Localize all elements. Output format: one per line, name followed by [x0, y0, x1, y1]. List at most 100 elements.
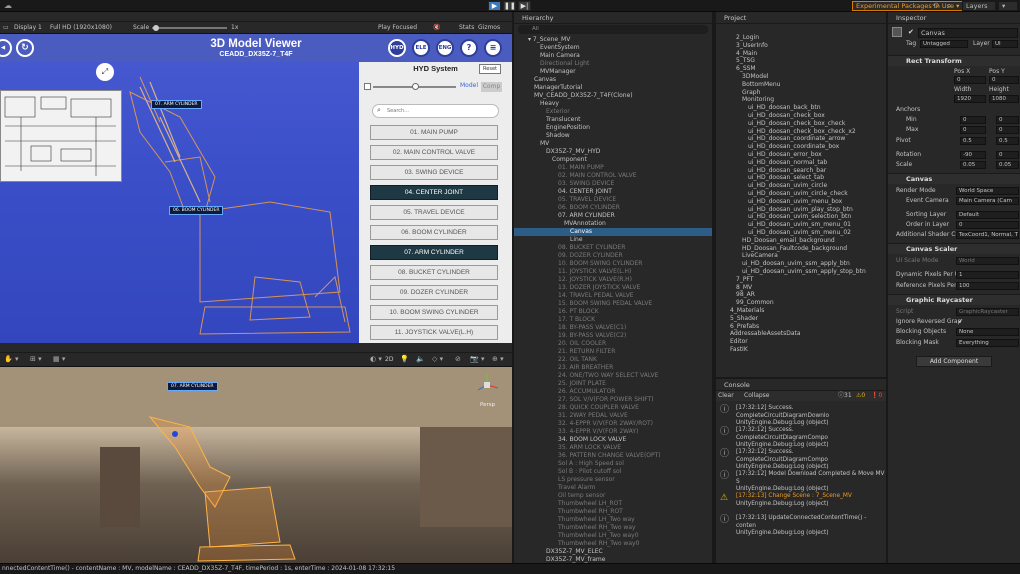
project-item[interactable]: ui_HD_doosan_uvim_ssm_apply_stop_btn [742, 268, 866, 276]
project-item[interactable]: ui_HD_doosan_coordinate_arrow [748, 135, 845, 143]
reference-pixels-field[interactable]: 100 [956, 282, 1019, 290]
component-button[interactable]: 04. CENTER JOINT [370, 185, 498, 200]
layout-dropdown[interactable]: ▾ [998, 1, 1018, 11]
project-item[interactable]: 3_UserInfo [736, 42, 768, 50]
hierarchy-item[interactable]: Travel Alarm [514, 484, 595, 492]
hierarchy-item[interactable]: Directional Light [514, 60, 589, 68]
event-camera-field[interactable]: Main Camera (Cam [956, 197, 1019, 205]
console-entry[interactable]: ⓘ [17:32:12] Success. CompleteCircuitDiag… [716, 427, 886, 450]
hierarchy-item[interactable]: 28. QUICK COUPLER VALVE [514, 404, 639, 412]
hierarchy-item[interactable]: 20. OIL COOLER [514, 340, 606, 348]
camera-icon[interactable]: 📷 ▾ [470, 355, 484, 363]
project-item[interactable]: ui_HD_doosan_uvim_ssm_apply_btn [742, 260, 850, 268]
resolution-dropdown[interactable]: Full HD (1920x1080) [50, 22, 112, 34]
circuit-diagram[interactable] [0, 90, 122, 182]
hierarchy-item[interactable]: 34. BOOM LOCK VALVE [514, 436, 626, 444]
hierarchy-item[interactable]: LS pressure sensor [514, 476, 615, 484]
project-item[interactable]: 8_MV [736, 284, 752, 292]
rotation-y[interactable]: 0 [996, 151, 1019, 159]
project-tab[interactable]: Project [716, 12, 886, 24]
component-button[interactable]: 07. ARM CYLINDER [370, 245, 498, 260]
project-item[interactable]: ui_HD_doosan_coordinate_box [748, 143, 839, 151]
component-search-input[interactable]: Search... [372, 104, 499, 118]
anchor-max-y[interactable]: 0 [996, 126, 1019, 134]
canvas-scaler-header[interactable]: Canvas Scaler [888, 243, 1020, 254]
hierarchy-item[interactable]: DX35Z-7_MV_frame [514, 556, 605, 564]
project-item[interactable]: ui_HD_doosan_uvim_sm_menu_01 [748, 221, 851, 229]
hierarchy-item[interactable]: Thumbwheel LH_Two way [514, 516, 635, 524]
console-entry[interactable]: ⓘ [17:32:12] Success. CompleteCircuitDiag… [716, 449, 886, 472]
hierarchy-item[interactable]: Line [514, 236, 583, 244]
hierarchy-item[interactable]: Sol A : High Speed sol [514, 460, 624, 468]
pivot-x[interactable]: 0.5 [960, 137, 986, 145]
pos-y-field[interactable]: 0 [989, 76, 1019, 84]
hierarchy-item[interactable]: 19. BY-PASS VALVE(C2) [514, 332, 626, 340]
mode-eng-button[interactable]: ENG [436, 39, 454, 57]
project-item[interactable]: 6_SSM [736, 65, 756, 73]
project-item[interactable]: ui_HD_doosan_uvim_circle_check [748, 190, 848, 198]
warning-count[interactable]: ⚠0 [856, 391, 865, 401]
rect-transform-header[interactable]: Rect Transform [888, 55, 1020, 66]
scale-x[interactable]: 0.05 [960, 161, 986, 169]
hierarchy-item[interactable]: 15. BOOM SWING PEDAL VALVE [514, 300, 652, 308]
project-item[interactable]: HD_Doosan_Faultcode_background [742, 245, 847, 253]
scale-slider-knob[interactable] [153, 25, 159, 31]
width-field[interactable]: 1920 [954, 95, 986, 103]
project-item[interactable]: 7_PFT [736, 276, 753, 284]
hierarchy-item[interactable]: 03. SWING DEVICE [514, 180, 614, 188]
layer-dropdown[interactable]: UI [992, 40, 1018, 48]
project-item[interactable]: LiveCamera [742, 252, 778, 260]
hierarchy-item[interactable]: 12. JOYSTICK VALVE(R.H) [514, 276, 632, 284]
clear-button[interactable]: Clear [718, 391, 734, 401]
hierarchy-item[interactable]: 08. BUCKET CYLINDER [514, 244, 625, 252]
project-item[interactable]: ui_HD_doosan_check_box [748, 112, 825, 120]
2d-toggle[interactable]: 2D [385, 356, 393, 363]
hierarchy-tab[interactable]: Hierarchy [514, 12, 712, 24]
hierarchy-item[interactable]: 25. JOINT PLATE [514, 380, 606, 388]
project-item[interactable]: ui_HD_doosan_check_box_check [748, 120, 845, 128]
reset-button[interactable]: Reset [479, 64, 501, 74]
hierarchy-item[interactable]: 22. OIL TANK [514, 356, 597, 364]
project-item[interactable]: ui_HD_doosan_normal_tab [748, 159, 827, 167]
dynamic-pixels-field[interactable]: 1 [956, 271, 1019, 279]
project-item[interactable]: BottomMenu [742, 81, 780, 89]
project-item[interactable]: 3DModel [742, 73, 768, 81]
hierarchy-item[interactable]: Heavy [514, 100, 559, 108]
hierarchy-item[interactable]: 18. BY-PASS VALVE(C1) [514, 324, 626, 332]
mode-ele-button[interactable]: ELE [412, 39, 430, 57]
console-entry[interactable]: ⓘ [17:32:12] Model Download Completed & M… [716, 471, 886, 494]
hierarchy-item[interactable]: DX35Z-7_MV_HYD [514, 148, 600, 156]
hierarchy-item[interactable]: 16. PT BLOCK [514, 308, 599, 316]
hierarchy-item[interactable]: 33. 4-EPPR V/V(FOR 2WAY) [514, 428, 638, 436]
shading-icon[interactable]: ◐ ▾ [370, 355, 382, 363]
blocking-objects-dropdown[interactable]: None [956, 328, 1019, 336]
help-button[interactable]: ? [460, 39, 478, 57]
step-button[interactable]: ▶| [518, 1, 531, 11]
refresh-icon[interactable]: ↻ [16, 39, 34, 57]
hierarchy-item[interactable]: 23. AIR BREATHER [514, 364, 613, 372]
menu-button[interactable]: ≡ [484, 39, 502, 57]
hierarchy-item[interactable]: 17. T BLOCK [514, 316, 595, 324]
gizmos-button[interactable]: Gizmos [478, 22, 500, 34]
play-focused-dropdown[interactable]: Play Focused [378, 22, 417, 34]
hierarchy-item[interactable]: Exterior [514, 108, 570, 116]
hierarchy-item[interactable]: Thumbwheel LH_ROT [514, 500, 622, 508]
hierarchy-item[interactable]: 13. DOZER JOYSTICK VALVE [514, 284, 640, 292]
stats-button[interactable]: Stats [459, 22, 474, 34]
project-item[interactable]: Graph [742, 89, 760, 97]
project-item[interactable]: 5_Shader [730, 315, 758, 323]
play-button[interactable]: ▶ [488, 1, 501, 11]
project-item[interactable]: ui_HD_doosan_error_box [748, 151, 822, 159]
console-tab[interactable]: Console [716, 379, 886, 391]
comp-tab[interactable]: Comp [481, 82, 502, 92]
project-item[interactable]: 2_Login [736, 34, 759, 42]
hierarchy-item[interactable]: Thumbwheel RH_Two way [514, 524, 636, 532]
add-component-button[interactable]: Add Component [916, 356, 992, 367]
hierarchy-item[interactable]: Main Camera [514, 52, 580, 60]
ui-scale-mode-dropdown[interactable]: World [956, 257, 1019, 265]
component-button[interactable]: 03. SWING DEVICE [370, 165, 498, 180]
component-button[interactable]: 11. JOYSTICK VALVE(L.H) [370, 325, 498, 340]
project-item[interactable]: 6_Prefabs [730, 323, 759, 331]
boom-cylinder-annotation[interactable]: 06. BOOM CYLINDER [169, 206, 224, 215]
hierarchy-item[interactable]: DX35Z-7_MV_ELEC [514, 548, 603, 556]
